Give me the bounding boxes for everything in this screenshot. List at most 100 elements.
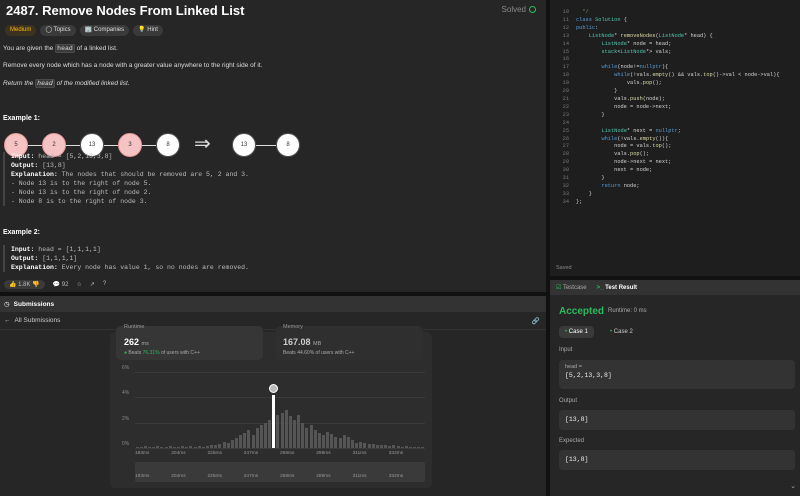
chart-bar[interactable] [247,430,251,448]
chart-bar[interactable] [371,444,375,448]
chart-bar[interactable] [272,394,276,448]
chart-bar[interactable] [404,446,408,448]
code-line[interactable]: vals.push(node); [576,96,780,104]
chart-bar[interactable] [317,432,321,448]
code-line[interactable]: class Solution { [576,17,780,25]
code-line[interactable] [576,56,780,64]
chart-bar[interactable] [243,432,247,448]
tag-companies[interactable]: 🏢 Companies [79,25,130,36]
code-line[interactable]: } [576,88,780,96]
chart-bar[interactable] [189,446,193,448]
problem-title[interactable]: 2487. Remove Nodes From Linked List [6,3,244,18]
chart-bar[interactable] [143,446,147,448]
chart-bar[interactable] [284,410,288,448]
chart-bar[interactable] [251,435,255,448]
chart-bar[interactable] [408,446,413,448]
chart-bar[interactable] [160,446,164,448]
chart-bar[interactable] [379,445,384,448]
code-line[interactable]: node = vals.top(); [576,143,780,151]
code-line[interactable]: */ [576,9,780,17]
chart-bar[interactable] [417,446,421,448]
chart-bar[interactable] [168,446,172,448]
chevron-down-icon[interactable]: ⌄ [790,482,796,490]
share-icon[interactable]: ↗ [90,281,95,288]
chart-bar[interactable] [326,431,330,448]
chart-bar[interactable] [218,444,222,448]
chart-bar[interactable] [255,427,259,448]
code-line[interactable]: while(node!=nullptr){ [576,64,780,72]
chart-bar[interactable] [259,425,263,448]
code-line[interactable]: } [576,175,780,183]
code-line[interactable]: }; [576,199,780,207]
chart-bar[interactable] [330,434,334,448]
chart-bar[interactable] [210,445,214,448]
chart-bar[interactable] [201,446,205,448]
chart-bar[interactable] [400,446,404,448]
chart-bar[interactable] [367,444,371,448]
code-line[interactable]: while(!vals.empty() && vals.top()->val <… [576,72,779,80]
chart-bar[interactable] [152,446,156,448]
code-line[interactable]: next = node; [576,167,780,175]
case-2-tab[interactable]: • Case 2 [604,326,639,338]
star-icon[interactable]: ☆ [76,281,81,288]
chart-bar[interactable] [239,435,243,448]
chart-bar[interactable] [276,415,280,448]
chart-bar[interactable] [305,427,309,448]
help-icon[interactable]: ? [103,281,106,287]
chart-bar[interactable] [346,436,350,448]
code-line[interactable]: stack<ListNode*> vals; [576,49,780,57]
chart-bar[interactable] [338,437,342,448]
code-line[interactable] [576,120,780,128]
chart-bar[interactable] [230,440,234,448]
like-button[interactable]: 👍 1.8K 👎 [4,279,45,289]
chart-bar[interactable] [156,446,160,448]
chart-bar[interactable] [222,441,226,448]
chart-bar[interactable] [197,446,201,448]
chart-bar[interactable] [234,437,239,448]
chart-bar[interactable] [135,446,139,448]
code-line[interactable]: ListNode* next = nullptr; [576,128,780,136]
chart-bar[interactable] [359,441,363,448]
code-text[interactable]: */class Solution {public: ListNode* remo… [576,0,780,207]
code-line[interactable]: } [576,112,780,120]
code-line[interactable]: } [576,191,780,199]
code-line[interactable]: node->next = next; [576,159,780,167]
code-line[interactable]: node = node->next; [576,104,780,112]
chart-bar[interactable] [193,446,197,448]
code-line[interactable]: ListNode* node = head; [576,41,780,49]
chart-bar[interactable] [263,422,268,448]
code-line[interactable]: return node; [576,183,780,191]
code-line[interactable]: while(!vals.empty()){ [576,136,780,144]
chart-bar[interactable] [297,415,301,448]
chart-bar[interactable] [226,442,230,448]
tab-testcase[interactable]: ☑ Testcase [556,284,587,291]
chart-bar[interactable] [396,446,400,448]
chart-bar[interactable] [421,446,425,448]
code-line[interactable]: public: [576,25,780,33]
chart-bar[interactable] [164,446,168,448]
all-submissions-link[interactable]: All Submissions [15,317,61,324]
chart-bar[interactable] [384,445,388,448]
range-slider[interactable] [135,462,425,482]
chart-bar[interactable] [388,446,392,448]
chart-bar[interactable] [181,446,185,448]
chart-bar[interactable] [268,420,272,448]
code-line[interactable]: ListNode* removeNodes(ListNode* head) { [576,33,780,41]
chart-bar[interactable] [205,446,210,448]
tag-hint[interactable]: 💡 Hint [133,25,163,36]
back-arrow-icon[interactable]: ← [4,317,11,324]
chart-bar[interactable] [355,442,359,448]
chart-bar[interactable] [301,422,305,448]
tag-topics[interactable]: ◯ Topics [40,25,76,36]
case-1-tab[interactable]: • Case 1 [559,326,594,338]
chart-bar[interactable] [288,416,292,448]
chart-bar[interactable] [413,446,417,448]
chart-bar[interactable] [342,435,346,448]
code-line[interactable]: vals.pop(); [576,80,780,88]
tab-test-result[interactable]: >_ Test Result [597,285,637,291]
chart-bar[interactable] [392,445,396,448]
link-icon[interactable]: 🔗 [532,317,540,325]
chart-bar[interactable] [334,436,338,448]
chart-bar[interactable] [185,446,189,448]
chart-bar[interactable] [147,446,152,448]
